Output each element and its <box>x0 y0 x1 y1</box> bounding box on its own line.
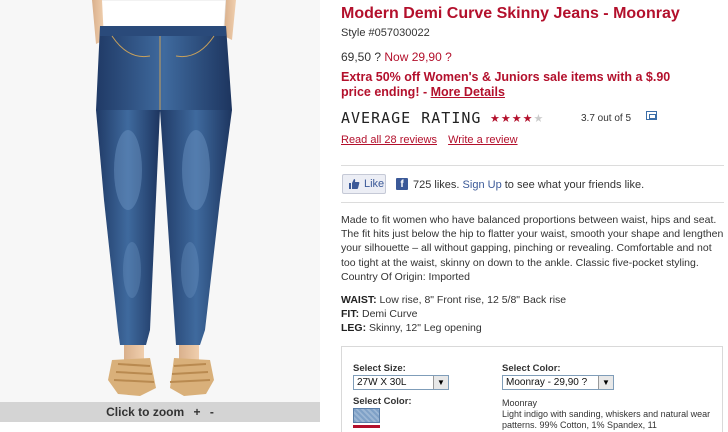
read-reviews-link[interactable]: Read all 28 reviews <box>341 134 437 146</box>
original-price: 69,50 ? <box>341 50 382 64</box>
color-description: Moonray Light indigo with sanding, whisk… <box>502 398 717 431</box>
likes-count: 725 likes. <box>413 179 460 191</box>
thumbs-up-icon <box>349 179 360 189</box>
more-details-link[interactable]: More Details <box>431 85 505 99</box>
product-specs: WAIST: Low rise, 8" Front rise, 12 5/8" … <box>341 293 566 335</box>
color-details: Light indigo with sanding, whiskers and … <box>502 409 711 430</box>
color-swatch-moonray[interactable] <box>353 408 380 423</box>
divider <box>341 165 724 166</box>
popup-window-icon[interactable] <box>646 111 657 120</box>
facebook-icon: f <box>396 178 408 190</box>
selection-box: Select Size: 27W X 30L ▼ Select Color: M… <box>341 346 723 432</box>
empty-star: ★ <box>533 113 545 125</box>
style-number: Style #057030022 <box>341 27 430 39</box>
spec-fit-value: Demi Curve <box>359 308 418 320</box>
like-label: Like <box>364 178 385 190</box>
sale-price: Now 29,90 ? <box>384 50 452 64</box>
divider <box>341 202 724 203</box>
product-photo[interactable] <box>0 0 320 402</box>
spec-waist-value: Low rise, 8" Front rise, 12 5/8" Back ri… <box>376 294 567 306</box>
jeans-model-image <box>0 0 320 402</box>
rating-row: AVERAGE RATING ★★★★★ 3.7 out of 5 <box>341 109 726 131</box>
size-dropdown[interactable]: 27W X 30L ▼ <box>353 375 449 390</box>
size-dropdown-value: 27W X 30L <box>357 377 407 388</box>
price-line: 69,50 ? Now 29,90 ? <box>341 50 452 64</box>
rating-score: 3.7 out of 5 <box>581 113 632 124</box>
color-name: Moonray <box>502 398 538 408</box>
zoom-bar: Click to zoom + - <box>0 402 320 422</box>
facebook-like-row: Like f 725 likes. Sign Up to see what yo… <box>341 174 726 196</box>
selected-swatch-indicator <box>353 425 380 428</box>
spec-leg-label: LEG: <box>341 322 367 334</box>
sign-up-link[interactable]: Sign Up <box>463 179 502 191</box>
select-size-label: Select Size: <box>353 363 406 374</box>
spec-waist-label: WAIST: <box>341 294 377 306</box>
spec-fit: FIT: Demi Curve <box>341 307 566 321</box>
spec-waist: WAIST: Low rise, 8" Front rise, 12 5/8" … <box>341 293 566 307</box>
promo-text: Extra 50% off Women's & Juniors sale ite… <box>341 70 671 99</box>
spec-fit-label: FIT: <box>341 308 360 320</box>
color-dropdown-value: Moonray - 29,90 ? <box>506 377 588 388</box>
promo-message: Extra 50% off Women's & Juniors sale ite… <box>341 70 701 100</box>
chevron-down-icon: ▼ <box>598 376 613 389</box>
average-rating-label: AVERAGE RATING <box>341 109 482 127</box>
product-image-panel: Click to zoom + - <box>0 0 320 432</box>
color-dropdown[interactable]: Moonray - 29,90 ? ▼ <box>502 375 614 390</box>
product-title: Modern Demi Curve Skinny Jeans - Moonray <box>341 5 680 22</box>
spec-leg: LEG: Skinny, 12" Leg opening <box>341 321 566 335</box>
chevron-down-icon: ▼ <box>433 376 448 389</box>
zoom-in-button[interactable]: + <box>194 405 201 419</box>
review-links: Read all 28 reviews Write a review <box>341 134 526 146</box>
zoom-label[interactable]: Click to zoom <box>106 405 184 419</box>
write-review-link[interactable]: Write a review <box>448 134 517 146</box>
product-description: Made to fit women who have balanced prop… <box>341 214 724 283</box>
select-color-label: Select Color: <box>502 363 561 374</box>
likes-text: 725 likes. Sign Up to see what your frie… <box>413 179 644 191</box>
sign-up-suffix: to see what your friends like. <box>501 179 645 191</box>
facebook-like-button[interactable]: Like <box>342 174 386 194</box>
spec-leg-value: Skinny, 12" Leg opening <box>366 322 482 334</box>
swatch-color-label: Select Color: <box>353 396 412 407</box>
rating-stars: ★★★★★ <box>490 112 544 125</box>
zoom-out-button[interactable]: - <box>210 405 214 419</box>
filled-stars: ★★★★ <box>490 113 534 125</box>
